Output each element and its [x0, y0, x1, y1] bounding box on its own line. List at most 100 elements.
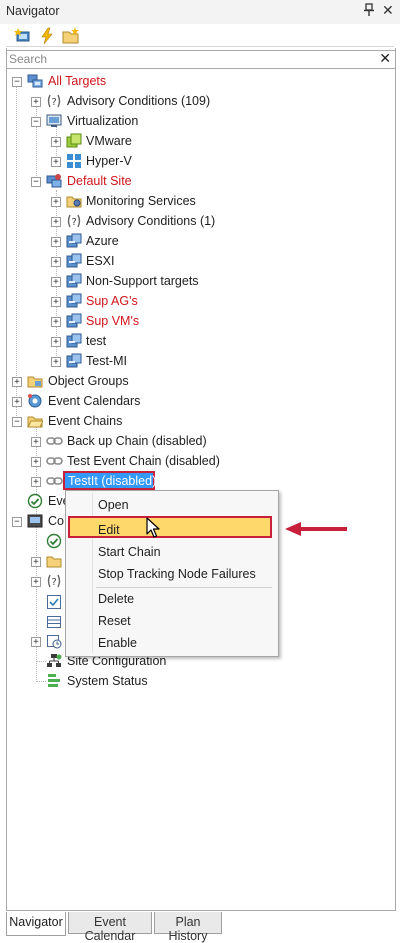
menu-item-reset[interactable]: Reset [98, 614, 131, 628]
pin-icon[interactable] [364, 3, 374, 20]
tree-label: VMware [86, 134, 132, 148]
svg-text:?: ? [72, 217, 77, 228]
collapse-icon[interactable]: − [12, 417, 22, 427]
tree-label: Event Calendars [48, 394, 141, 408]
chain-icon [46, 434, 63, 450]
schedule-icon [46, 633, 62, 649]
status-bars-icon [46, 673, 62, 689]
expand-icon[interactable]: + [51, 357, 61, 367]
expand-icon[interactable]: + [31, 457, 41, 467]
lightning-icon[interactable] [38, 27, 58, 45]
tree-label: Back up Chain (disabled) [67, 434, 207, 448]
menu-item-delete[interactable]: Delete [98, 592, 134, 606]
menu-item-edit[interactable]: Edit [98, 523, 120, 537]
menu-item-start-chain[interactable]: Start Chain [98, 545, 161, 559]
check-circle-icon [46, 533, 62, 549]
collapse-icon[interactable]: − [12, 517, 22, 527]
search-input[interactable] [9, 51, 369, 66]
mouse-cursor-icon [146, 517, 162, 542]
advisory-icon: ? [66, 213, 82, 229]
tree-label: Azure [86, 234, 119, 248]
server-group-icon [66, 333, 82, 349]
tree-label: Test-MI [86, 354, 127, 368]
expand-icon[interactable]: + [31, 637, 41, 647]
expand-icon[interactable]: + [51, 217, 61, 227]
folder-icon [27, 373, 43, 389]
tree-label: Co [48, 514, 64, 528]
expand-icon[interactable]: + [51, 297, 61, 307]
tab-navigator[interactable]: Navigator [6, 912, 66, 936]
expand-icon[interactable]: + [51, 157, 61, 167]
tree-label: test [86, 334, 107, 348]
tree-label: Non-Support targets [86, 274, 199, 288]
expand-icon[interactable]: + [51, 237, 61, 247]
tab-plan-history[interactable]: Plan History [154, 912, 222, 943]
table-icon [46, 614, 62, 630]
tree-label: TestIt (disabled) [68, 474, 157, 488]
tree-label: Default Site [67, 174, 132, 188]
chain-icon [46, 454, 63, 470]
check-circle-icon [27, 493, 43, 509]
expand-icon[interactable]: + [51, 197, 61, 207]
expand-icon[interactable]: + [31, 437, 41, 447]
advisory-icon: ? [46, 93, 62, 109]
tree-label: Advisory Conditions (109) [67, 94, 211, 108]
tree-label: Sup AG's [86, 294, 138, 308]
collapse-icon[interactable]: − [12, 77, 22, 87]
tree-label: ESXI [86, 254, 115, 268]
expand-icon[interactable]: + [51, 317, 61, 327]
selected-tree-item[interactable]: TestIt (disabled) [63, 471, 157, 490]
folder-gear-icon [66, 193, 82, 209]
add-target-icon[interactable] [14, 27, 34, 45]
tree-label: Object Groups [48, 374, 129, 388]
expand-icon[interactable]: + [31, 577, 41, 587]
menu-separator [96, 587, 272, 588]
expand-icon[interactable]: + [31, 97, 41, 107]
tree-label: System Status [67, 674, 148, 688]
tab-event-calendar[interactable]: Event Calendar [68, 912, 152, 943]
expand-icon[interactable]: + [12, 397, 22, 407]
server-group-icon [66, 313, 82, 329]
site-icon [46, 173, 62, 189]
folder-open-icon [27, 413, 44, 429]
collapse-icon[interactable]: − [31, 117, 41, 127]
svg-text:?: ? [52, 97, 57, 108]
network-config-icon [46, 653, 62, 669]
expand-icon[interactable]: + [51, 137, 61, 147]
window-title: Navigator [6, 4, 60, 18]
clear-search-icon[interactable]: ✕ [379, 50, 391, 67]
server-group-icon [66, 273, 82, 289]
server-group-icon [66, 293, 82, 309]
bottom-tab-bar: Navigator Event Calendar Plan History [6, 912, 396, 943]
config-icon [27, 513, 43, 529]
toolbar [6, 26, 394, 47]
expand-icon[interactable]: + [12, 377, 22, 387]
collapse-icon[interactable]: − [31, 177, 41, 187]
expand-icon[interactable]: + [51, 277, 61, 287]
tree-label: Virtualization [67, 114, 139, 128]
tree-label: Test Event Chain (disabled) [67, 454, 220, 468]
tree-label: Monitoring Services [86, 194, 196, 208]
menu-item-open[interactable]: Open [98, 498, 129, 512]
expand-icon[interactable]: + [31, 557, 41, 567]
annotation-arrow-icon [285, 521, 347, 540]
expand-icon[interactable]: + [51, 337, 61, 347]
folder-icon [46, 553, 62, 569]
expand-icon[interactable]: + [51, 257, 61, 267]
server-group-icon [66, 253, 82, 269]
expand-icon[interactable]: + [31, 477, 41, 487]
monitor-icon [46, 113, 62, 129]
svg-text:?: ? [52, 577, 57, 588]
context-menu: Open Edit Start Chain Stop Tracking Node… [65, 490, 279, 657]
window-titlebar: Navigator ✕ [0, 0, 400, 24]
all-targets-icon [27, 73, 43, 89]
menu-item-stop-tracking[interactable]: Stop Tracking Node Failures [98, 567, 256, 581]
vmware-icon [66, 133, 82, 149]
tree-label: Advisory Conditions (1) [86, 214, 216, 228]
checkbox-icon [46, 594, 62, 610]
tree-label: All Targets [48, 74, 107, 88]
close-icon[interactable]: ✕ [382, 2, 394, 19]
folder-star-icon[interactable] [62, 27, 82, 45]
search-box: ✕ [6, 50, 396, 69]
menu-item-enable[interactable]: Enable [98, 636, 137, 650]
